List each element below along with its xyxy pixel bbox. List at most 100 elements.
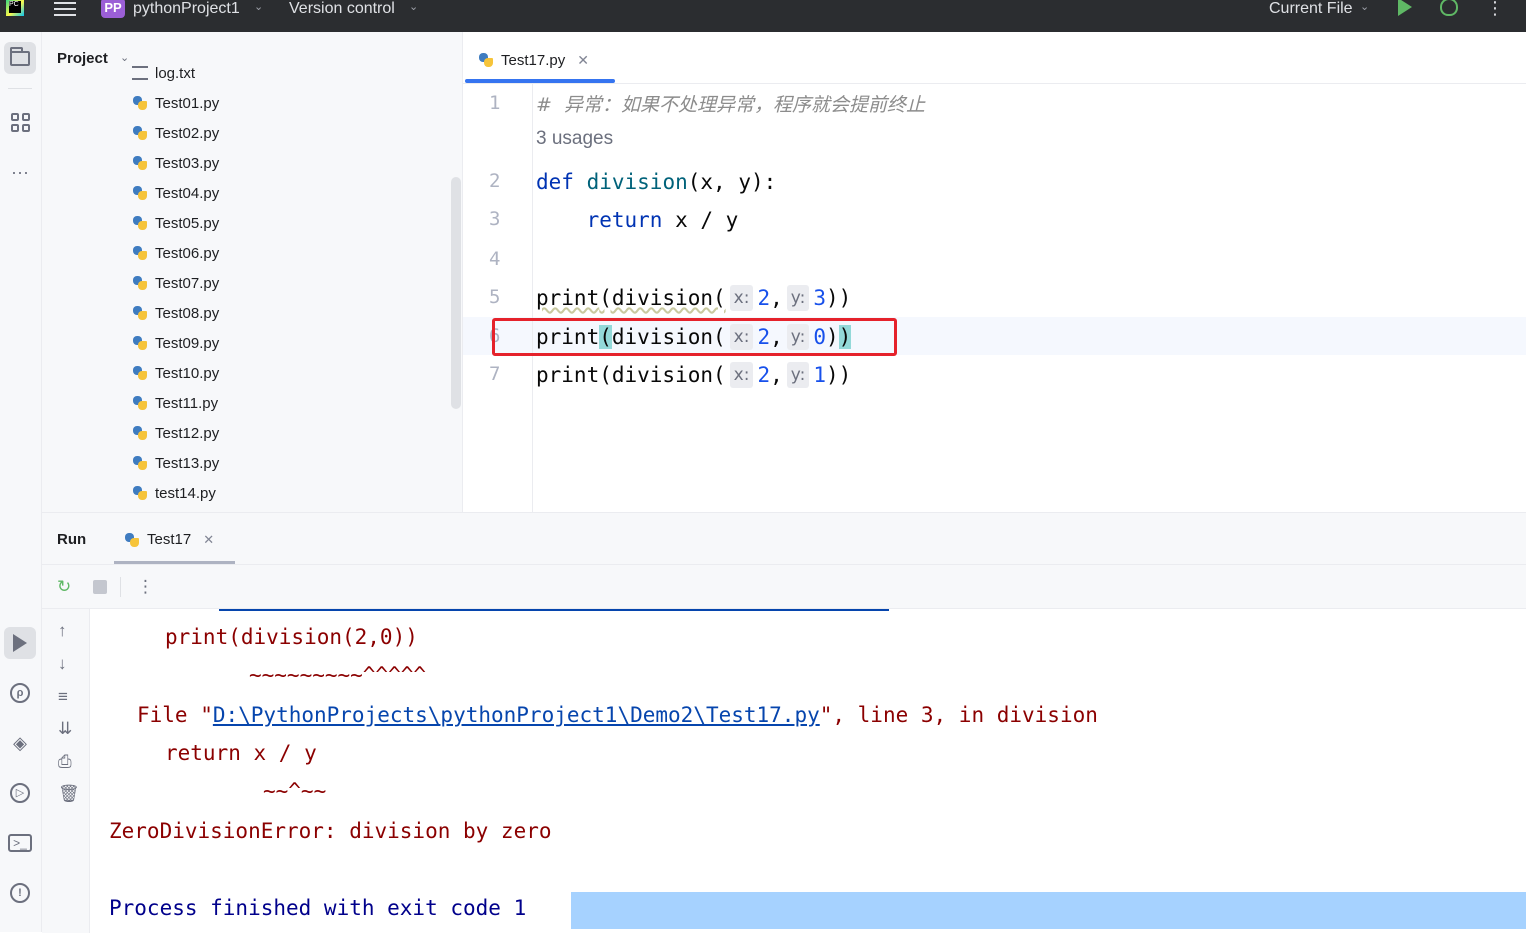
- file-name: Test04.py: [155, 184, 220, 202]
- python-console-button[interactable]: ρ: [4, 677, 36, 709]
- project-name-dropdown[interactable]: pythonProject1: [133, 0, 240, 18]
- file-name: Test06.py: [155, 244, 220, 262]
- close-icon[interactable]: ✕: [577, 52, 589, 69]
- project-tool-button[interactable]: [4, 42, 36, 74]
- project-file-item[interactable]: Test02.py: [132, 122, 219, 144]
- trash-icon[interactable]: 🗑: [58, 784, 80, 804]
- run-toolbar: ↻ ⋮: [42, 565, 1526, 609]
- run-tool-button[interactable]: [4, 627, 36, 659]
- param-hint-x: x:: [729, 362, 754, 388]
- file-name: Test01.py: [155, 94, 220, 112]
- editor-tab-bar: Test17.py ✕: [463, 32, 1526, 84]
- line-number: 5: [489, 286, 501, 308]
- rerun-icon[interactable]: ↻: [57, 577, 71, 597]
- keyword-return: return: [586, 208, 663, 232]
- project-file-item[interactable]: Test12.py: [132, 422, 219, 444]
- line-number: 1: [489, 92, 501, 114]
- app-logo-icon[interactable]: PC: [6, 0, 24, 16]
- more-vertical-icon[interactable]: ⋮: [137, 577, 154, 597]
- run-tool-window: Run Test17 ✕ ↻ ⋮ ↑ ↓ ≡ ⇊ ⎙ 🗑 print(divis…: [42, 512, 1526, 933]
- code-line-7[interactable]: print(division(x: 2, y: 1)): [536, 358, 851, 392]
- console-text: ", line 3, in division: [819, 703, 1098, 727]
- arrow-down-icon[interactable]: ↓: [58, 654, 67, 674]
- project-file-item[interactable]: Test01.py: [132, 92, 219, 114]
- arg-x: 2: [757, 286, 771, 310]
- console-output[interactable]: print(division(2,0)) ~~~~~~~~~^^^^^ File…: [91, 609, 1526, 933]
- python-file-icon: [132, 245, 148, 261]
- services-run-button[interactable]: ▷: [4, 777, 36, 809]
- traceback-file-link[interactable]: D:\PythonProjects\pythonProject1\Demo2\T…: [213, 703, 820, 727]
- run-icon[interactable]: [1398, 0, 1412, 16]
- chevron-down-icon[interactable]: ⌄: [120, 51, 129, 64]
- close-icon[interactable]: ✕: [203, 532, 214, 548]
- file-name: Test12.py: [155, 424, 220, 442]
- code-line-5[interactable]: print(division(x: 2, y: 3)): [536, 281, 851, 315]
- python-file-icon: [478, 52, 494, 68]
- project-file-item[interactable]: Test11.py: [132, 392, 218, 414]
- file-name: Test11.py: [155, 394, 219, 412]
- arrow-up-icon[interactable]: ↑: [58, 621, 67, 641]
- soft-wrap-icon[interactable]: ≡: [58, 687, 68, 707]
- project-file-item[interactable]: log.txt: [132, 62, 195, 84]
- usages-hint[interactable]: 3 usages: [536, 128, 613, 150]
- scroll-to-end-icon[interactable]: ⇊: [58, 719, 72, 739]
- python-file-icon: [132, 335, 148, 351]
- editor: Test17.py ✕ 1 2 3 4 5 6 7 # 异常：如果不处理异常，程…: [463, 32, 1526, 512]
- more-options-icon[interactable]: ⋮: [1486, 0, 1504, 19]
- project-file-item[interactable]: Test03.py: [132, 152, 219, 174]
- return-expression: x / y: [662, 208, 739, 232]
- line-number: 2: [489, 170, 501, 192]
- debug-icon[interactable]: [1440, 0, 1458, 16]
- main-menu-icon[interactable]: [54, 2, 76, 16]
- project-file-item[interactable]: Test05.py: [132, 212, 219, 234]
- project-file-item[interactable]: Test06.py: [132, 242, 219, 264]
- file-name: Test10.py: [155, 364, 220, 382]
- project-scrollbar[interactable]: [451, 177, 461, 409]
- file-name: Test07.py: [155, 274, 220, 292]
- print-call: print: [536, 286, 600, 310]
- terminal-tool-button[interactable]: >_: [4, 827, 36, 859]
- file-name: Test09.py: [155, 334, 220, 352]
- function-name: division: [586, 170, 688, 194]
- project-file-item[interactable]: Test10.py: [132, 362, 219, 384]
- console-text: File ": [137, 703, 213, 727]
- active-tab-indicator: [465, 79, 615, 83]
- call-open: (division(: [599, 363, 726, 387]
- code-line-2[interactable]: def division(x, y):: [536, 165, 776, 199]
- project-file-item[interactable]: Test13.py: [132, 452, 219, 474]
- project-file-item[interactable]: Test09.py: [132, 332, 219, 354]
- python-file-icon: [132, 305, 148, 321]
- code-line-3[interactable]: return x / y: [536, 203, 739, 237]
- services-tool-button[interactable]: ◈: [4, 727, 36, 759]
- run-configuration-dropdown[interactable]: Current File: [1269, 0, 1353, 18]
- tab-test17[interactable]: Test17.py ✕: [478, 48, 589, 72]
- project-file-item[interactable]: Test04.py: [132, 182, 219, 204]
- line-number: 3: [489, 208, 501, 230]
- project-file-item[interactable]: test14.py: [132, 482, 216, 504]
- run-side-toolbar: ↑ ↓ ≡ ⇊ ⎙ 🗑: [42, 609, 90, 933]
- folder-icon: [10, 46, 30, 66]
- more-tools-button[interactable]: ···: [4, 156, 36, 188]
- file-name: Test03.py: [155, 154, 220, 172]
- line-number: 7: [489, 363, 501, 385]
- error-message: ZeroDivisionError: division by zero: [109, 819, 552, 843]
- structure-tool-button[interactable]: [4, 106, 36, 138]
- python-file-icon: [132, 125, 148, 141]
- print-icon[interactable]: ⎙: [58, 752, 72, 772]
- line-number: 4: [489, 248, 501, 270]
- project-file-item[interactable]: Test07.py: [132, 272, 219, 294]
- left-tool-stripe: ··· ρ ◈ ▷ >_ !: [0, 32, 42, 932]
- project-panel-title[interactable]: Project: [57, 50, 108, 67]
- code-line-1[interactable]: # 异常：如果不处理异常，程序就会提前终止: [536, 87, 925, 121]
- version-control-dropdown[interactable]: Version control: [289, 0, 395, 18]
- chevron-down-icon: ⌄: [254, 1, 264, 13]
- project-file-item[interactable]: Test08.py: [132, 302, 219, 324]
- python-file-icon: [124, 532, 140, 548]
- project-badge[interactable]: PP: [101, 0, 125, 18]
- stop-icon[interactable]: [93, 580, 107, 594]
- tab-run-test17[interactable]: Test17 ✕: [124, 531, 214, 548]
- process-finished-line: Process finished with exit code 1: [109, 896, 527, 920]
- project-panel: Project ⌄ log.txt Test01.py Test02.py Test0…: [42, 32, 463, 512]
- problems-tool-button[interactable]: !: [4, 877, 36, 909]
- text-selection: [571, 892, 1526, 929]
